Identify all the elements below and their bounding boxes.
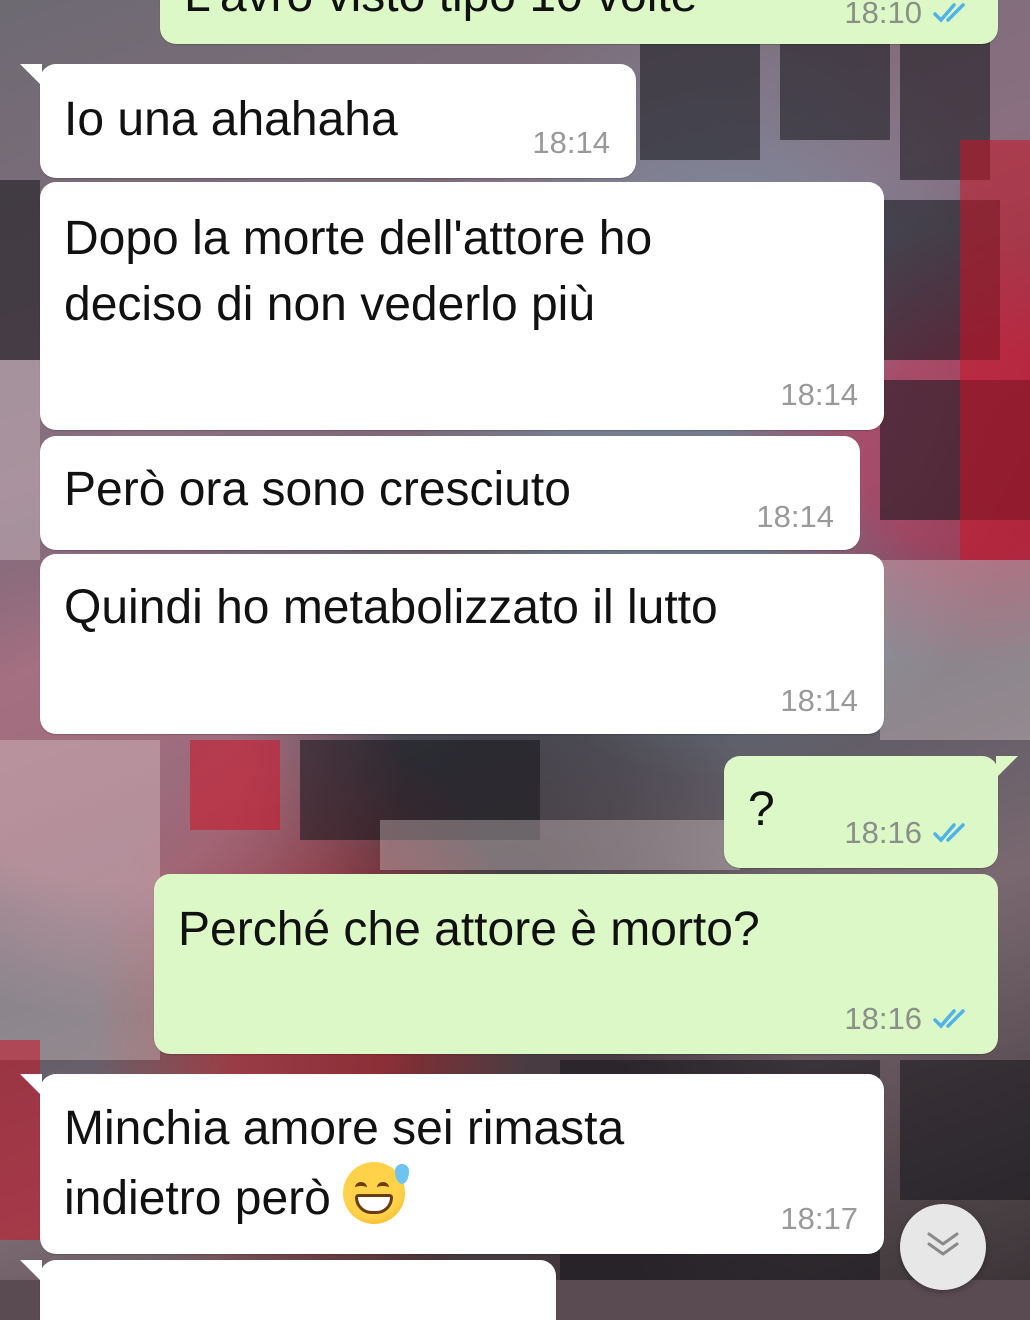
message-time: 18:16 [844, 815, 922, 850]
message-meta: 18:14 [756, 500, 834, 534]
message-time: 18:14 [756, 499, 834, 534]
message-bubble-outgoing[interactable]: Perché che attore è morto? 18:16 [154, 874, 998, 1054]
message-time: 18:17 [780, 1201, 858, 1236]
message-text: Minchia amore sei rimasta indietro però [64, 1096, 860, 1232]
message-meta: 18:14 [532, 126, 610, 160]
bubble-tail [20, 64, 42, 86]
message-bubble-incoming[interactable]: Però ora sono cresciuto 18:14 [40, 436, 860, 550]
message-time: 18:14 [532, 125, 610, 160]
chevron-double-down-icon [923, 1230, 963, 1265]
message-meta: 18:14 [780, 378, 858, 412]
bubble-tail [996, 756, 1018, 778]
message-meta: 18:10 [844, 0, 972, 30]
message-bubble-incoming-partial[interactable] [20, 1260, 556, 1320]
message-text: Io una ahahaha [64, 93, 398, 146]
message-bubble-incoming[interactable]: Quindi ho metabolizzato il lutto 18:14 [40, 554, 884, 734]
message-time: 18:14 [780, 683, 858, 718]
message-bubble-outgoing[interactable]: L'avrò visto tipo 10 volte 18:10 [160, 0, 998, 44]
bubble-tail [20, 1074, 42, 1096]
message-text-body: Minchia amore sei rimasta indietro però [64, 1102, 625, 1225]
message-text: Però ora sono cresciuto [64, 463, 571, 516]
double-check-icon [932, 1, 972, 25]
double-check-icon [932, 821, 972, 845]
message-bubble-outgoing[interactable]: ? 18:16 [724, 756, 1018, 868]
message-text: Dopo la morte dell'attore ho deciso di n… [64, 212, 653, 331]
bubble-tail [20, 1260, 42, 1282]
message-time: 18:14 [780, 377, 858, 412]
message-text: Perché che attore è morto? [178, 903, 760, 956]
message-bubble-incoming[interactable]: Io una ahahaha 18:14 [20, 64, 636, 178]
message-bubble-incoming[interactable]: Dopo la morte dell'attore ho deciso di n… [40, 182, 884, 430]
scroll-to-bottom-button[interactable] [900, 1204, 986, 1290]
message-meta: 18:16 [844, 816, 972, 850]
message-bubble-incoming[interactable]: Minchia amore sei rimasta indietro però … [20, 1074, 884, 1254]
message-meta: 18:14 [780, 684, 858, 718]
message-time: 18:10 [844, 0, 922, 30]
message-meta: 18:16 [844, 1002, 972, 1036]
message-time: 18:16 [844, 1001, 922, 1036]
message-meta: 18:17 [780, 1202, 858, 1236]
message-text: Quindi ho metabolizzato il lutto [64, 581, 718, 634]
grinning-face-with-sweat-icon [342, 1162, 409, 1224]
double-check-icon [932, 1007, 972, 1031]
